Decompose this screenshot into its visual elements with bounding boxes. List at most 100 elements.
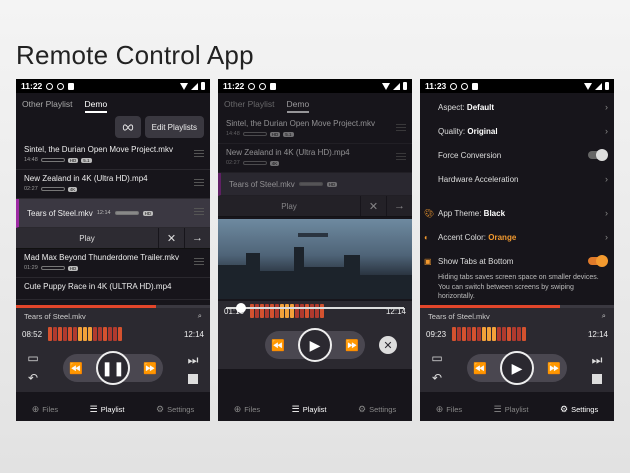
nav-playlist[interactable]: ☰ Playlist xyxy=(292,404,327,415)
stop-icon[interactable] xyxy=(592,373,602,384)
video-preview[interactable] xyxy=(218,219,412,299)
tab-demo[interactable]: Demo xyxy=(84,99,108,113)
close-player-button[interactable]: ✕ xyxy=(379,336,397,354)
setting-accent-color[interactable]: ◐ Accent Color: Orange › xyxy=(420,225,614,249)
total-time: 12:14 xyxy=(587,329,608,339)
cast-icon[interactable]: ▭ xyxy=(27,351,38,365)
search-icon[interactable]: ⌕ xyxy=(602,311,606,321)
setting-quality[interactable]: Quality: Original › xyxy=(420,119,614,143)
track-duration: 02:27 xyxy=(24,186,38,192)
undo-icon[interactable]: ↶ xyxy=(432,371,442,385)
play-pause-button[interactable]: ▶ xyxy=(500,351,534,385)
skip-next-icon[interactable]: ⏭ xyxy=(188,353,199,368)
settings-icon xyxy=(46,82,54,90)
chevron-right-icon: › xyxy=(605,126,608,136)
playlist-item[interactable]: Sintel, the Durian Open Move Project.mkv… xyxy=(16,141,210,170)
tab-demo[interactable]: Demo xyxy=(286,99,310,113)
show-tabs-toggle[interactable] xyxy=(588,255,608,267)
search-icon[interactable]: ⌕ xyxy=(198,311,202,321)
cell-signal-icon xyxy=(393,82,400,90)
nav-settings[interactable]: ⚙ Settings xyxy=(156,404,194,415)
playback-progress-strip xyxy=(16,305,210,308)
play-button[interactable]: Play xyxy=(16,228,158,248)
settings-icon xyxy=(450,82,458,90)
bottom-nav: ⊕ Files ☰ Playlist ⚙ Settings xyxy=(218,397,412,421)
track-duration: 01:29 xyxy=(24,265,38,271)
fast-forward-icon[interactable]: ⏩ xyxy=(143,362,157,375)
playlist-item-selected[interactable]: Tears of Steel.mkv HD xyxy=(218,173,412,196)
track-duration: 14:48 xyxy=(24,157,38,163)
setting-show-tabs-bottom[interactable]: ▣ Show Tabs at Bottom xyxy=(420,249,614,273)
arrow-right-icon[interactable]: → xyxy=(386,196,412,216)
tab-other-playlist[interactable]: Other Playlist xyxy=(22,99,73,113)
skip-next-icon[interactable]: ⏭ xyxy=(592,353,603,368)
chevron-right-icon: › xyxy=(605,102,608,112)
cast-icon[interactable]: ▭ xyxy=(431,351,442,365)
track-title: Sintel, the Durian Open Move Project.mkv xyxy=(226,119,375,128)
playlist-icon: ☰ xyxy=(291,403,300,414)
bottom-nav: ⊕ Files ☰ Playlist ⚙ Settings xyxy=(420,397,614,421)
playlist-item[interactable]: Sintel, the Durian Open Move Project.mkv… xyxy=(218,115,412,144)
setting-app-theme[interactable]: 🎨︎ App Theme: Black › xyxy=(420,201,614,225)
track-duration: 14:48 xyxy=(226,131,240,137)
drag-handle-icon[interactable] xyxy=(194,150,204,159)
video-scrubber[interactable] xyxy=(218,301,412,315)
setting-aspect[interactable]: Aspect: Default › xyxy=(420,95,614,119)
fast-forward-icon[interactable]: ⏩ xyxy=(547,362,561,375)
close-icon[interactable]: ✕ xyxy=(360,196,386,216)
rewind-icon[interactable]: ⏪ xyxy=(69,362,83,375)
play-button[interactable]: Play xyxy=(218,196,360,216)
close-icon[interactable]: ✕ xyxy=(158,228,184,248)
track-progress xyxy=(242,161,267,165)
arrow-right-icon[interactable]: → xyxy=(184,228,210,248)
rewind-icon[interactable]: ⏪ xyxy=(473,362,487,375)
setting-force-conversion[interactable]: Force Conversion xyxy=(420,143,614,167)
undo-icon[interactable]: ↶ xyxy=(28,371,38,385)
stop-icon[interactable] xyxy=(188,373,198,384)
mini-player: 01:10 12:14 ⏪ ▶ ⏩ ✕ xyxy=(218,301,412,369)
track-title: Tears of Steel.mkv xyxy=(27,208,93,218)
play-pause-button[interactable]: ▶ xyxy=(298,328,332,362)
track-title: Mad Max Beyond Thunderdome Trailer.mkv xyxy=(24,253,180,262)
drag-handle-icon[interactable] xyxy=(194,258,204,267)
playlist-item[interactable]: New Zealand in 4K (Ultra HD).mp4 02:27 4K xyxy=(16,170,210,199)
drag-handle-icon[interactable] xyxy=(194,208,204,217)
gear-icon: ⚙ xyxy=(560,403,569,414)
elapsed-time: 09:23 xyxy=(426,329,447,339)
setting-hardware-acceleration[interactable]: Hardware Acceleration › xyxy=(420,167,614,191)
waveform-seekbar[interactable] xyxy=(452,326,582,342)
playlist-item[interactable]: Cute Puppy Race in 4K (ULTRA HD).mp4 xyxy=(16,278,210,300)
drag-handle-icon[interactable] xyxy=(396,153,406,162)
rewind-icon[interactable]: ⏪ xyxy=(271,339,285,352)
tab-other-playlist[interactable]: Other Playlist xyxy=(224,99,275,113)
drag-handle-icon[interactable] xyxy=(194,179,204,188)
chevron-right-icon: › xyxy=(605,174,608,184)
status-bar: 11:22 xyxy=(218,79,412,93)
transport-controls: ⏪ ❚❚ ⏩ xyxy=(63,351,163,385)
nav-settings[interactable]: ⚙ Settings xyxy=(358,404,396,415)
scrub-knob[interactable] xyxy=(236,303,246,313)
badge-hd: HD xyxy=(67,265,79,271)
pause-button[interactable]: ❚❚ xyxy=(96,351,130,385)
playlist-item[interactable]: Mad Max Beyond Thunderdome Trailer.mkv 0… xyxy=(16,249,210,278)
pause-icon: ❚❚ xyxy=(101,359,125,376)
fast-forward-icon[interactable]: ⏩ xyxy=(345,339,359,352)
playlist-item-selected[interactable]: Tears of Steel.mkv 12:14 HD xyxy=(16,199,210,228)
force-conversion-toggle[interactable] xyxy=(588,149,608,161)
nav-files[interactable]: ⊕ Files xyxy=(234,404,260,415)
track-progress xyxy=(114,211,139,215)
waveform-seekbar[interactable] xyxy=(48,326,178,342)
contrast-icon: ◐ xyxy=(424,232,429,242)
nav-files[interactable]: ⊕ Files xyxy=(436,404,462,415)
nav-playlist[interactable]: ☰ Playlist xyxy=(90,404,125,415)
edit-playlists-button[interactable]: Edit Playlists xyxy=(144,116,204,138)
nav-files[interactable]: ⊕ Files xyxy=(32,404,58,415)
nav-playlist[interactable]: ☰ Playlist xyxy=(494,404,529,415)
battery-icon xyxy=(605,82,609,90)
setting-description: Hiding tabs saves screen space on smalle… xyxy=(438,274,599,300)
nav-settings[interactable]: ⚙ Settings xyxy=(560,404,598,415)
drag-handle-icon[interactable] xyxy=(396,124,406,133)
badge-4k: 4K xyxy=(67,186,78,192)
loop-button[interactable] xyxy=(114,116,141,138)
playlist-item[interactable]: New Zealand in 4K (Ultra HD).mp4 02:27 4K xyxy=(218,144,412,173)
